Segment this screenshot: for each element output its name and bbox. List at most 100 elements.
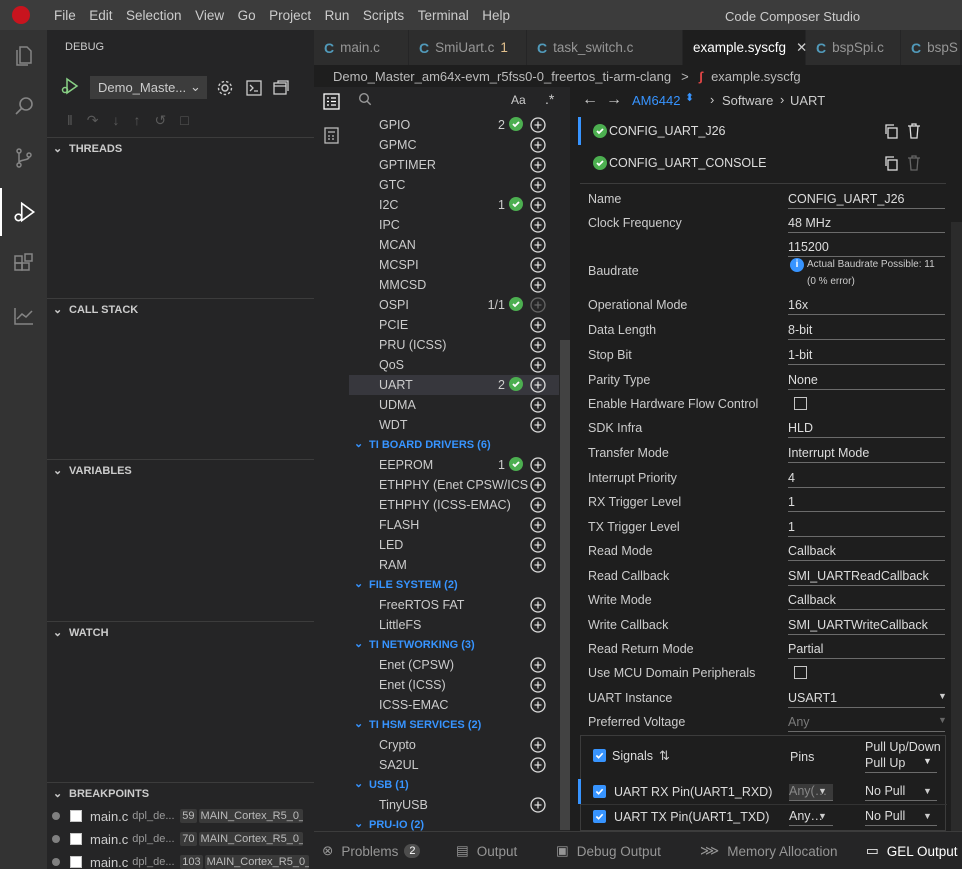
prop-checkbox[interactable] [794,397,807,410]
module-item[interactable]: ETHPHY (Enet CPSW/ICS... [349,475,559,495]
tab-memory-allocation[interactable]: ⋙ Memory Allocation [700,832,838,869]
menu-item-view[interactable]: View [195,8,224,23]
add-module-icon[interactable] [530,357,546,373]
add-module-icon[interactable] [530,317,546,333]
watch-header[interactable]: ⌄ WATCH [47,621,314,643]
delete-icon[interactable] [907,123,921,139]
prop-value-field[interactable]: None [788,373,945,390]
breakpoint-row[interactable]: main.c dpl_de... 70 MAIN_Cortex_R5_0_0 [47,828,314,850]
prop-value-field[interactable]: 48 MHz [788,216,945,233]
extensions-icon[interactable] [0,240,47,288]
prop-value-field[interactable]: 8-bit [788,323,945,340]
path-software[interactable]: Software [722,93,773,108]
module-item[interactable]: UART 2 [349,375,559,395]
module-group[interactable]: ⌄ USB (1) [349,775,559,795]
prop-checkbox[interactable] [794,666,807,679]
back-icon[interactable]: ← [582,91,598,109]
module-item[interactable]: MMCSD [349,275,559,295]
signal-checkbox[interactable] [593,785,606,798]
add-module-icon[interactable] [530,537,546,553]
path-uart[interactable]: UART [790,93,825,108]
analytics-icon[interactable] [0,292,47,340]
tab-output[interactable]: ▤ Output [456,832,517,869]
module-item[interactable]: PCIE [349,315,559,335]
add-module-icon[interactable] [530,217,546,233]
start-debug-icon[interactable] [60,76,80,96]
module-item[interactable]: SA2UL [349,755,559,775]
module-item[interactable]: FLASH [349,515,559,535]
step-into-icon[interactable]: ↓ [113,112,120,129]
prop-value-field[interactable]: HLD [788,421,945,438]
prop-value-field[interactable]: Callback [788,593,945,610]
module-item[interactable]: ETHPHY (ICSS-EMAC) [349,495,559,515]
module-item[interactable]: WDT [349,415,559,435]
terminal-icon[interactable] [245,79,263,97]
threads-header[interactable]: ⌄ THREADS [47,137,314,159]
call-stack-header[interactable]: ⌄ CALL STACK [47,298,314,320]
module-item[interactable]: LED [349,535,559,555]
pull-header-select[interactable]: Pull Up ▼ [865,756,937,773]
forward-icon[interactable]: → [606,91,622,109]
add-module-icon[interactable] [530,197,546,213]
prop-value-field[interactable]: Callback [788,544,945,561]
module-item[interactable]: LittleFS [349,615,559,635]
prop-value-field[interactable]: SMI_UARTReadCallback [788,569,945,586]
module-item[interactable]: Crypto [349,735,559,755]
add-module-icon[interactable] [530,477,546,493]
add-module-icon[interactable] [530,137,546,153]
module-item[interactable]: GPIO 2 [349,115,559,135]
module-item[interactable]: RAM [349,555,559,575]
module-item[interactable]: TinyUSB [349,795,559,815]
menu-item-selection[interactable]: Selection [126,8,182,23]
module-item[interactable]: Enet (CPSW) [349,655,559,675]
prop-value-field[interactable]: 1 [788,520,945,537]
module-list-scrollbar[interactable] [560,340,570,830]
module-item[interactable]: IPC [349,215,559,235]
instance-row[interactable]: CONFIG_UART_CONSOLE [578,147,946,179]
add-module-icon[interactable] [530,697,546,713]
open-launch-icon[interactable] [272,79,290,97]
add-module-icon[interactable] [530,417,546,433]
add-module-icon[interactable] [530,277,546,293]
match-case-toggle[interactable]: Aa [511,93,526,107]
add-module-icon[interactable] [530,397,546,413]
signal-row[interactable]: UART TX Pin(UART1_TXD) Any… ▼ No Pull ▼ [581,807,947,829]
menu-item-file[interactable]: File [54,8,76,23]
variables-header[interactable]: ⌄ VARIABLES [47,459,314,481]
module-item[interactable]: GPTIMER [349,155,559,175]
signals-checkbox[interactable] [593,749,606,762]
module-group[interactable]: ⌄ PRU-IO (2) [349,815,559,831]
module-item[interactable]: FreeRTOS FAT [349,595,559,615]
breakpoint-row[interactable]: main.c dpl_de... 59 MAIN_Cortex_R5_0_0 [47,805,314,827]
add-module-icon[interactable] [530,497,546,513]
module-item[interactable]: OSPI 1/1 [349,295,559,315]
add-module-icon[interactable] [530,237,546,253]
prop-value-field[interactable]: USART1 [788,691,945,708]
software-view-icon[interactable] [323,93,340,110]
module-item[interactable]: MCAN [349,235,559,255]
add-module-icon[interactable] [530,177,546,193]
prop-value-field[interactable]: Partial [788,642,945,659]
tab-task_switch-c[interactable]: Ctask_switch.c [527,30,683,65]
add-module-icon[interactable] [530,517,546,533]
module-item[interactable]: GTC [349,175,559,195]
module-item[interactable]: ICSS-EMAC [349,695,559,715]
add-module-icon[interactable] [530,257,546,273]
menu-item-terminal[interactable]: Terminal [418,8,469,23]
add-module-icon[interactable] [530,117,546,133]
module-item[interactable]: I2C 1 [349,195,559,215]
menu-item-scripts[interactable]: Scripts [363,8,404,23]
module-group[interactable]: ⌄ TI BOARD DRIVERS (6) [349,435,559,455]
add-module-icon[interactable] [530,677,546,693]
module-item[interactable]: PRU (ICSS) [349,335,559,355]
add-module-icon[interactable] [530,737,546,753]
add-module-icon[interactable] [530,657,546,673]
breakpoint-checkbox[interactable] [70,810,82,822]
breakpoint-checkbox[interactable] [70,833,82,845]
run-debug-icon[interactable] [0,188,47,236]
add-module-icon[interactable] [530,597,546,613]
breakpoint-checkbox[interactable] [70,856,82,868]
tab-gel-output[interactable]: ▭ GEL Output [866,832,958,869]
module-search[interactable]: Aa .* [349,87,570,114]
tab-main-c[interactable]: Cmain.c [314,30,409,65]
